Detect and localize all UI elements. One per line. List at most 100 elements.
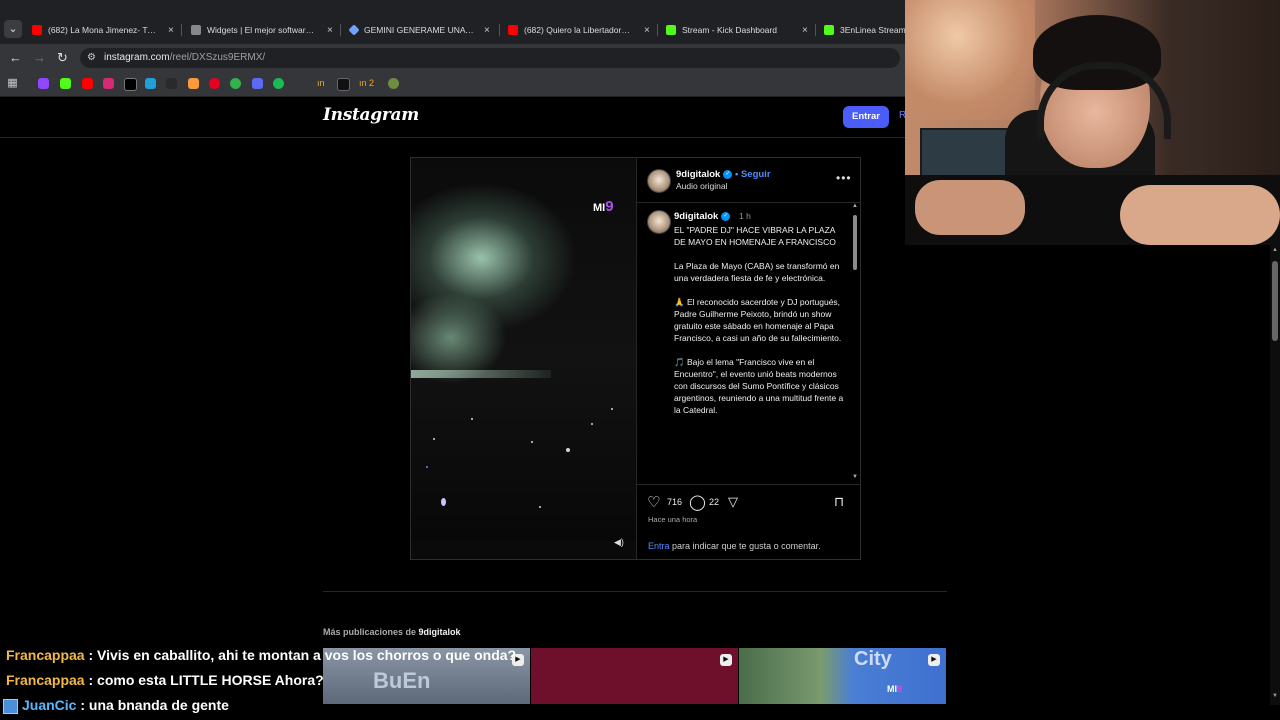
login-button[interactable]: Entrar: [843, 106, 889, 128]
webcam-hand: [1120, 185, 1280, 245]
bookmark-label[interactable]: ın: [317, 78, 325, 88]
game-bookmark-icon[interactable]: [230, 78, 241, 89]
crowd-light: [531, 441, 533, 443]
streamer-webcam: [905, 0, 1280, 245]
more-posts-label: Más publicaciones de: [323, 627, 419, 637]
pinterest-bookmark-icon[interactable]: [209, 78, 220, 89]
caption-scroll-area[interactable]: 9digitalok ✓ 1 h EL "PADRE DJ" HACE VIBRA…: [637, 203, 851, 483]
tab-title: (682) Quiero la Libertadores y: [524, 25, 634, 35]
likes-count: 716: [667, 497, 683, 507]
twitch-bookmark-icon[interactable]: [38, 78, 49, 89]
post-side-panel: 9digitalok ✓ • Seguir Audio original ••• …: [636, 158, 861, 559]
video-watermark-logo: MI9: [593, 198, 614, 215]
close-tab-icon[interactable]: ×: [484, 25, 490, 36]
instagram-logo[interactable]: Instagram: [323, 105, 419, 125]
crowd-light: [441, 498, 446, 506]
tab-youtube-la-mona[interactable]: (682) La Mona Jimenez- Tu me ×: [32, 18, 174, 42]
volume-icon[interactable]: ◀): [614, 537, 624, 548]
watermark-nine: 9: [605, 198, 614, 215]
tab-separator: [815, 24, 816, 36]
android-bookmark-icon[interactable]: [388, 78, 399, 89]
caption-scrollbar-thumb[interactable]: [853, 215, 857, 270]
tab-gemini[interactable]: GEMINI GENERAME UNA IMAG ×: [348, 18, 490, 42]
tiktok-bookmark-icon[interactable]: [337, 78, 350, 91]
reel-indicator-icon: ▶: [928, 654, 940, 666]
caption-paragraph: EL "PADRE DJ" HACE VIBRAR LA PLAZA DE MA…: [674, 225, 836, 247]
crowd-light: [433, 438, 435, 440]
tab-3enlinea-stream[interactable]: 3EnLinea Stream -: [824, 18, 915, 42]
kick-bookmark-icon[interactable]: [60, 78, 71, 89]
telegram-bookmark-icon[interactable]: [145, 78, 156, 89]
caption-paragraph: La Plaza de Mayo (CABA) se transformó en…: [674, 261, 840, 283]
close-tab-icon[interactable]: ×: [327, 25, 333, 36]
more-post-thumb-3[interactable]: City MI9 ▶: [739, 648, 946, 704]
youtube-bookmark-icon[interactable]: [82, 78, 93, 89]
url-text: instagram.com/reel/DXSzus9ERMX/: [104, 52, 265, 63]
stage-lights: [411, 370, 551, 378]
more-post-thumb-2[interactable]: ▶: [531, 648, 738, 704]
forward-arrow-icon[interactable]: →: [33, 50, 46, 65]
section-divider: [323, 591, 947, 592]
tab-search-menu-button[interactable]: ⌄: [4, 20, 22, 38]
tab-youtube-libertadores[interactable]: (682) Quiero la Libertadores y ×: [508, 18, 650, 42]
chat-username: Francappaa: [6, 672, 85, 688]
avatar[interactable]: [647, 169, 671, 193]
tab-separator: [340, 24, 341, 36]
gemini-icon: [348, 24, 360, 36]
heart-icon[interactable]: ♡: [647, 493, 660, 511]
chat-message: Francappaa : como esta LITTLE HORSE Ahor…: [0, 668, 324, 692]
reload-icon[interactable]: ↻: [57, 50, 68, 66]
tab-separator: [657, 24, 658, 36]
reel-video[interactable]: MI9 ◀): [411, 158, 636, 559]
back-arrow-icon[interactable]: ←: [9, 50, 22, 65]
site-info-icon[interactable]: ⚙: [87, 52, 96, 63]
more-posts-username[interactable]: 9digitalok: [419, 627, 461, 637]
chat-text: : una bnanda de gente: [76, 697, 229, 713]
spotify-bookmark-icon[interactable]: [273, 78, 284, 89]
close-tab-icon[interactable]: ×: [644, 25, 650, 36]
page-scrollbar-thumb[interactable]: [1272, 261, 1278, 341]
bookmarks-bar: ▦ ın ın 2: [0, 72, 905, 97]
fox-bookmark-icon[interactable]: [188, 78, 199, 89]
bookmark-icon[interactable]: ⊓: [834, 494, 844, 510]
caption-time: 1 h: [738, 211, 751, 221]
page-scroll-up-icon[interactable]: ▲: [1272, 247, 1278, 253]
discord-bookmark-icon[interactable]: [252, 78, 263, 89]
scroll-down-arrow-icon[interactable]: ▼: [852, 474, 858, 480]
audio-original-link[interactable]: Audio original: [676, 181, 728, 191]
widgets-icon: [191, 25, 201, 35]
chat-message: Francappaa : Vivis en caballito, ahi te …: [0, 643, 516, 667]
post-author-row: 9digitalok ✓ • Seguir Audio original •••: [637, 158, 861, 203]
chat-badge-icon: [3, 698, 18, 714]
tab-title: GEMINI GENERAME UNA IMAG: [364, 25, 474, 35]
play-bookmark-icon[interactable]: [166, 78, 177, 89]
tab-kick-dashboard[interactable]: Stream - Kick Dashboard ×: [666, 18, 808, 42]
instagram-bookmark-icon[interactable]: [103, 78, 114, 89]
page-scroll-down-icon[interactable]: ▼: [1272, 693, 1278, 699]
verified-badge-icon: ✓: [723, 169, 733, 179]
comment-icon[interactable]: ◯: [689, 493, 706, 511]
close-tab-icon[interactable]: ×: [802, 25, 808, 36]
tab-widgets[interactable]: Widgets | El mejor software pa ×: [191, 18, 333, 42]
caption-username[interactable]: 9digitalok: [674, 211, 718, 222]
url-field[interactable]: ⚙ instagram.com/reel/DXSzus9ERMX/: [80, 48, 900, 68]
follow-button[interactable]: Seguir: [741, 169, 771, 180]
x-bookmark-icon[interactable]: [124, 78, 137, 91]
apps-grid-icon[interactable]: ▦: [7, 78, 18, 89]
login-link[interactable]: Entra: [648, 541, 670, 551]
tab-separator: [499, 24, 500, 36]
verified-badge-icon: ✓: [721, 211, 731, 221]
more-options-icon[interactable]: •••: [836, 171, 852, 185]
author-username[interactable]: 9digitalok: [676, 169, 720, 180]
caption-text: EL "PADRE DJ" HACE VIBRAR LA PLAZA DE MA…: [674, 224, 844, 428]
page-scrollbar[interactable]: ▲ ▼: [1270, 245, 1280, 705]
close-tab-icon[interactable]: ×: [168, 25, 174, 36]
youtube-icon: [32, 25, 42, 35]
scroll-up-arrow-icon[interactable]: ▲: [852, 203, 858, 209]
bookmark-label[interactable]: ın 2: [359, 78, 374, 88]
tab-separator: [181, 24, 182, 36]
share-icon[interactable]: ▽: [728, 494, 738, 510]
address-bar-row: ← → ↻ ⚙ instagram.com/reel/DXSzus9ERMX/: [0, 44, 905, 72]
avatar[interactable]: [647, 210, 671, 234]
youtube-icon: [508, 25, 518, 35]
